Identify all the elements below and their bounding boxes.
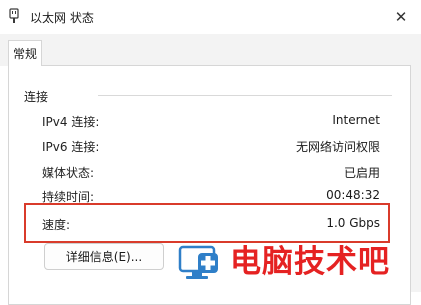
speed-highlight-box bbox=[24, 203, 390, 243]
row-key: IPv4 连接: bbox=[42, 115, 100, 129]
row-value: 无网络访问权限 bbox=[295, 140, 380, 154]
connection-group-label: 连接 bbox=[24, 90, 49, 104]
tab-general[interactable]: 常规 bbox=[8, 40, 42, 66]
row-ipv4: IPv4 连接: Internet bbox=[42, 113, 380, 131]
row-media-status: 媒体状态: 已启用 bbox=[42, 164, 380, 182]
row-key: IPv6 连接: bbox=[42, 140, 100, 154]
close-button[interactable]: ✕ bbox=[381, 0, 421, 34]
row-value: 已启用 bbox=[343, 166, 380, 180]
window-title: 以太网 状态 bbox=[30, 11, 94, 25]
details-button[interactable]: 详细信息(E)... bbox=[44, 243, 164, 270]
title-bar: 以太网 状态 ✕ bbox=[0, 0, 421, 34]
window-edge bbox=[411, 66, 421, 292]
watermark-text: 电脑技术吧 bbox=[230, 244, 390, 280]
row-key: 媒体状态: bbox=[42, 166, 95, 180]
close-icon: ✕ bbox=[394, 8, 408, 26]
row-ipv6: IPv6 连接: 无网络访问权限 bbox=[42, 138, 380, 156]
computer-medical-cross-icon bbox=[178, 245, 218, 279]
row-value: Internet bbox=[332, 113, 380, 127]
group-divider bbox=[98, 95, 392, 96]
network-adapter-icon bbox=[9, 8, 19, 23]
tab-strip bbox=[0, 34, 421, 66]
row-value: 00:48:32 bbox=[326, 188, 380, 202]
